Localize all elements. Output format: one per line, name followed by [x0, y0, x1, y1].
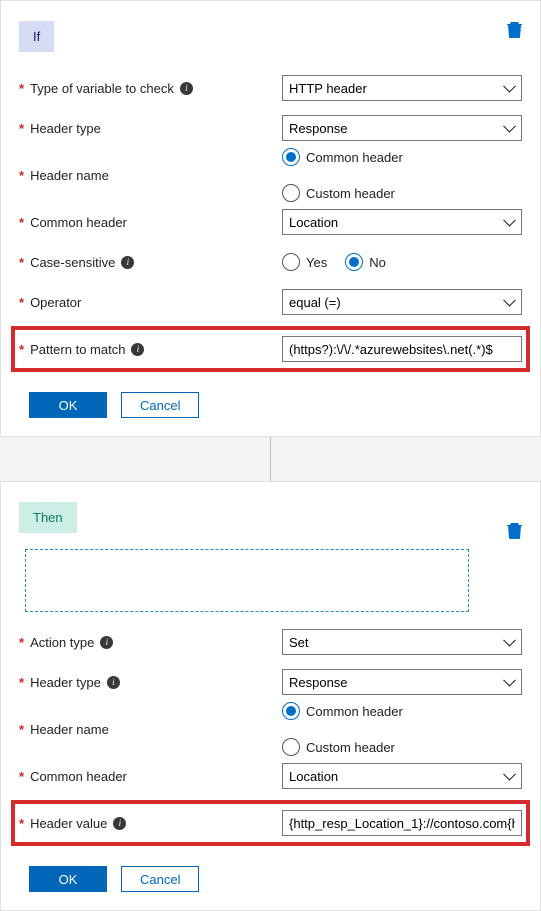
radio-label: Common header	[306, 150, 403, 165]
info-icon[interactable]: i	[131, 343, 144, 356]
header-value-input[interactable]	[282, 810, 522, 836]
row-header-type-then: * Header type i Response	[19, 662, 522, 702]
row-operator: * Operator equal (=)	[19, 282, 522, 322]
radio-icon	[282, 702, 300, 720]
operator-select[interactable]: equal (=)	[282, 289, 522, 315]
radio-case-yes[interactable]: Yes	[282, 253, 327, 271]
ok-button[interactable]: OK	[29, 866, 107, 892]
radio-custom-header-if[interactable]: Custom header	[282, 184, 395, 202]
header-name-label: Header name	[30, 722, 109, 737]
header-type-select-then[interactable]: Response	[282, 669, 522, 695]
action-type-select[interactable]: Set	[282, 629, 522, 655]
pattern-input[interactable]	[282, 336, 522, 362]
required-star: *	[19, 121, 24, 136]
then-tag: Then	[19, 502, 77, 533]
case-sensitive-label: Case-sensitive	[30, 255, 115, 270]
required-star: *	[19, 168, 24, 183]
row-case-sensitive: * Case-sensitive i Yes No	[19, 242, 522, 282]
radio-custom-header-then[interactable]: Custom header	[282, 738, 395, 756]
if-condition-card: If * Type of variable to check i HTTP he…	[0, 0, 541, 437]
then-buttons: OK Cancel	[19, 866, 522, 892]
cancel-button[interactable]: Cancel	[121, 392, 199, 418]
info-icon[interactable]: i	[113, 817, 126, 830]
required-star: *	[19, 215, 24, 230]
header-type-select-if[interactable]: Response	[282, 115, 522, 141]
info-icon[interactable]: i	[180, 82, 193, 95]
row-header-name-then: * Header name Common header Custom heade…	[19, 702, 522, 756]
required-star: *	[19, 769, 24, 784]
radio-common-header-if[interactable]: Common header	[282, 148, 403, 166]
info-icon[interactable]: i	[121, 256, 134, 269]
required-star: *	[19, 81, 24, 96]
delete-icon[interactable]	[507, 522, 522, 539]
ok-button[interactable]: OK	[29, 392, 107, 418]
row-common-header-then: * Common header Location	[19, 756, 522, 796]
radio-label: Yes	[306, 255, 327, 270]
var-check-select[interactable]: HTTP header	[282, 75, 522, 101]
common-header-select-then[interactable]: Location	[282, 763, 522, 789]
required-star: *	[19, 675, 24, 690]
info-icon[interactable]: i	[100, 636, 113, 649]
pattern-label: Pattern to match	[30, 342, 125, 357]
required-star: *	[19, 722, 24, 737]
info-icon[interactable]: i	[107, 676, 120, 689]
if-tag: If	[19, 21, 54, 52]
radio-label: Custom header	[306, 740, 395, 755]
row-header-name-if: * Header name Common header Custom heade…	[19, 148, 522, 202]
radio-label: No	[369, 255, 386, 270]
delete-icon[interactable]	[507, 21, 522, 38]
common-header-select-if[interactable]: Location	[282, 209, 522, 235]
action-type-label: Action type	[30, 635, 94, 650]
header-type-label: Header type	[30, 675, 101, 690]
radio-label: Common header	[306, 704, 403, 719]
radio-icon	[282, 738, 300, 756]
radio-icon	[345, 253, 363, 271]
highlight-pattern-row: * Pattern to match i	[11, 326, 530, 372]
required-star: *	[19, 816, 24, 831]
dropzone[interactable]	[25, 549, 469, 612]
header-name-label: Header name	[30, 168, 109, 183]
required-star: *	[19, 255, 24, 270]
radio-case-no[interactable]: No	[345, 253, 386, 271]
row-common-header-if: * Common header Location	[19, 202, 522, 242]
header-type-label: Header type	[30, 121, 101, 136]
radio-common-header-then[interactable]: Common header	[282, 702, 403, 720]
then-action-card: Then * Action type i Set * Header type i…	[0, 481, 541, 911]
common-header-label: Common header	[30, 215, 127, 230]
operator-label: Operator	[30, 295, 81, 310]
common-header-label: Common header	[30, 769, 127, 784]
header-value-label: Header value	[30, 816, 107, 831]
radio-icon	[282, 253, 300, 271]
radio-label: Custom header	[306, 186, 395, 201]
required-star: *	[19, 635, 24, 650]
highlight-header-value-row: * Header value i	[11, 800, 530, 846]
row-var-check: * Type of variable to check i HTTP heade…	[19, 68, 522, 108]
required-star: *	[19, 295, 24, 310]
required-star: *	[19, 342, 24, 357]
row-action-type: * Action type i Set	[19, 622, 522, 662]
row-header-type-if: * Header type Response	[19, 108, 522, 148]
cancel-button[interactable]: Cancel	[121, 866, 199, 892]
radio-icon	[282, 184, 300, 202]
connector-line	[270, 437, 271, 481]
var-check-label: Type of variable to check	[30, 81, 174, 96]
radio-icon	[282, 148, 300, 166]
if-buttons: OK Cancel	[19, 392, 522, 418]
